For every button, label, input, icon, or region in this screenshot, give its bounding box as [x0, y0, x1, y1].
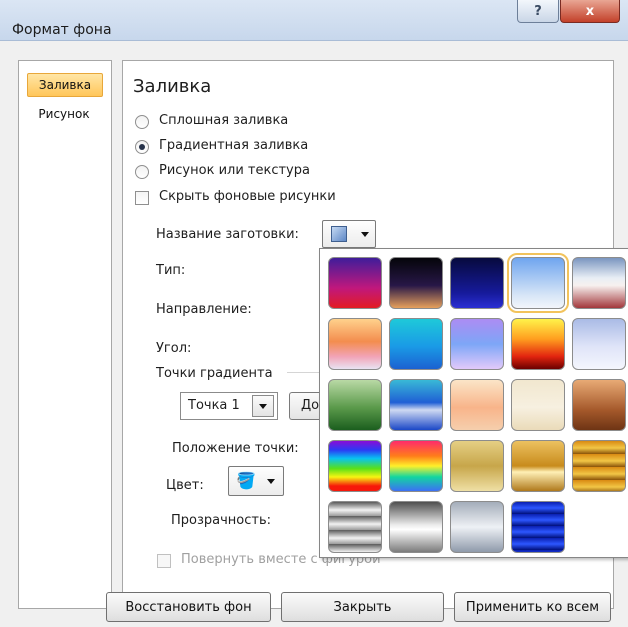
- angle-label: Угол:: [156, 341, 192, 356]
- color-picker-button[interactable]: 🪣: [228, 466, 284, 496]
- gradient-preset-swatch[interactable]: [328, 501, 382, 553]
- nav-item-fill[interactable]: Заливка: [27, 73, 103, 97]
- panel-heading: Заливка: [133, 76, 212, 97]
- gradient-preset-swatch[interactable]: [450, 318, 504, 370]
- gradient-preset-swatch[interactable]: [450, 379, 504, 431]
- title-bar[interactable]: Формат фона ? x: [0, 0, 628, 40]
- rotate-with-shape-checkbox[interactable]: [157, 554, 171, 568]
- gradient-fill-label[interactable]: Градиентная заливка: [159, 138, 308, 153]
- format-background-dialog: Формат фона ? x Заливка Рисунок Заливка …: [0, 0, 628, 627]
- gradient-preset-swatch[interactable]: [389, 501, 443, 553]
- close-button[interactable]: Закрыть: [281, 592, 444, 622]
- close-button-label: Закрыть: [333, 599, 392, 615]
- solid-fill-label[interactable]: Сплошная заливка: [159, 113, 288, 128]
- gradient-stop-dropdown[interactable]: [252, 395, 274, 417]
- category-list: Заливка Рисунок: [18, 60, 112, 609]
- gradient-preset-swatch[interactable]: [389, 257, 443, 309]
- close-icon: x: [585, 3, 595, 19]
- gradient-preset-swatch[interactable]: [450, 440, 504, 492]
- picture-fill-label[interactable]: Рисунок или текстура: [159, 163, 310, 178]
- close-window-button[interactable]: x: [560, 0, 620, 23]
- apply-to-all-label: Применить ко всем: [465, 599, 600, 615]
- window-title: Формат фона: [12, 22, 112, 38]
- gradient-preset-swatch[interactable]: [572, 379, 626, 431]
- hide-background-label[interactable]: Скрыть фоновые рисунки: [159, 189, 336, 204]
- solid-fill-radio[interactable]: [135, 115, 149, 129]
- hide-background-checkbox[interactable]: [135, 191, 149, 205]
- gradient-preset-swatch[interactable]: [507, 253, 569, 313]
- gradient-preset-swatch[interactable]: [389, 440, 443, 492]
- gradient-preset-swatch[interactable]: [511, 318, 565, 370]
- nav-item-label: Заливка: [38, 78, 92, 92]
- preset-gradients-button[interactable]: [322, 220, 376, 248]
- gradient-preset-swatch[interactable]: [511, 440, 565, 492]
- direction-label: Направление:: [156, 302, 252, 317]
- gradient-preset-swatch[interactable]: [572, 257, 626, 309]
- gradient-preview-icon: [331, 226, 347, 242]
- nav-item-picture[interactable]: Рисунок: [27, 103, 101, 125]
- gradient-preset-swatch[interactable]: [572, 440, 626, 492]
- chevron-down-icon: [361, 232, 369, 237]
- preset-label: Название заготовки:: [156, 227, 299, 242]
- paint-bucket-icon: 🪣: [236, 471, 256, 490]
- chevron-down-icon: [259, 404, 267, 409]
- preset-gradient-gallery: [319, 248, 628, 558]
- gradient-preset-swatch[interactable]: [572, 318, 626, 370]
- restore-background-button[interactable]: Восстановить фон: [106, 592, 271, 622]
- transparency-label: Прозрачность:: [171, 513, 272, 528]
- stop-position-label: Положение точки:: [172, 441, 299, 456]
- gradient-preset-swatch[interactable]: [328, 379, 382, 431]
- nav-item-label: Рисунок: [38, 107, 90, 121]
- gradient-preset-swatch[interactable]: [328, 440, 382, 492]
- gradient-preset-swatch[interactable]: [511, 379, 565, 431]
- gradient-preset-swatch[interactable]: [328, 318, 382, 370]
- gradient-fill-radio[interactable]: [135, 140, 149, 154]
- restore-background-label: Восстановить фон: [125, 599, 252, 615]
- help-button[interactable]: ?: [517, 0, 559, 23]
- gradient-preset-swatch[interactable]: [450, 257, 504, 309]
- gradient-preset-swatch[interactable]: [328, 257, 382, 309]
- gradient-stops-label: Точки градиента: [156, 366, 273, 381]
- gradient-preset-swatch[interactable]: [511, 501, 565, 553]
- gradient-preset-swatch[interactable]: [450, 501, 504, 553]
- color-label: Цвет:: [166, 478, 204, 493]
- help-icon: ?: [534, 3, 542, 19]
- apply-to-all-button[interactable]: Применить ко всем: [454, 592, 611, 622]
- gradient-preset-swatch[interactable]: [389, 379, 443, 431]
- add-stop-label: До: [301, 398, 320, 413]
- picture-fill-radio[interactable]: [135, 165, 149, 179]
- type-label: Тип:: [156, 263, 186, 278]
- gradient-stop-value: Точка 1: [188, 398, 240, 413]
- gradient-preset-swatch[interactable]: [389, 318, 443, 370]
- chevron-down-icon: [267, 479, 275, 484]
